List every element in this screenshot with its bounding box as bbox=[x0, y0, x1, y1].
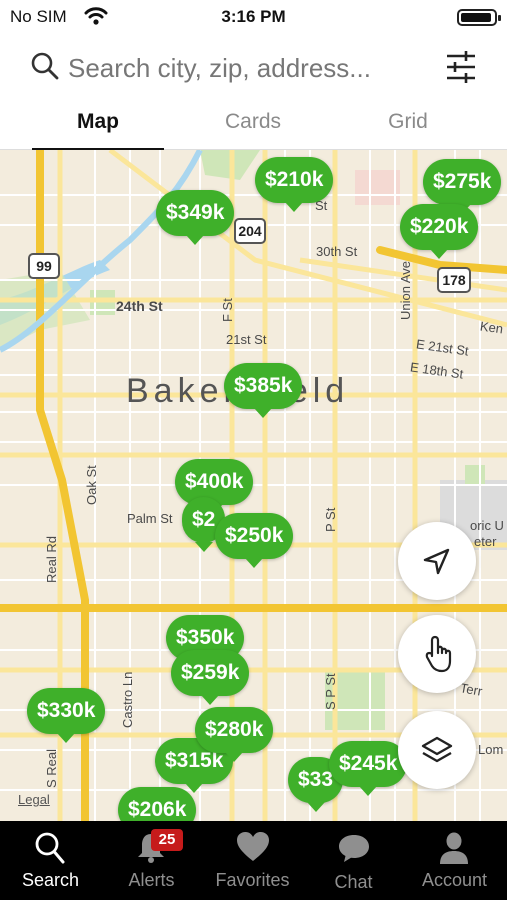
search-input[interactable] bbox=[68, 49, 428, 87]
street-label: Real Rd bbox=[44, 536, 59, 583]
nav-favorites[interactable]: Favorites bbox=[202, 821, 303, 900]
place-label: oric U bbox=[470, 518, 504, 533]
layers-icon bbox=[421, 736, 453, 763]
battery-icon bbox=[457, 9, 501, 26]
nav-chat[interactable]: Chat bbox=[303, 821, 404, 900]
street-label: Union Ave bbox=[398, 260, 413, 320]
nav-label: Chat bbox=[334, 872, 373, 892]
price-pin[interactable]: $280k bbox=[195, 707, 274, 762]
place-label: eter bbox=[474, 534, 497, 549]
price-pin[interactable]: $330k bbox=[27, 688, 106, 743]
search-icon bbox=[35, 832, 65, 864]
price-pin[interactable]: $349k bbox=[156, 190, 235, 245]
street-label: Ken bbox=[479, 318, 505, 337]
search-bar bbox=[0, 40, 507, 96]
street-label: Palm St bbox=[127, 511, 173, 526]
locate-me-button[interactable] bbox=[398, 522, 476, 600]
street-label: Oak St bbox=[84, 465, 99, 505]
nav-label: Search bbox=[21, 870, 80, 890]
map-layers-button[interactable] bbox=[398, 711, 476, 789]
nav-label: Account bbox=[421, 870, 488, 890]
location-arrow-icon bbox=[423, 548, 450, 575]
bottom-nav: Search 25 Alerts Favorites Chat Account bbox=[0, 821, 507, 900]
highway-178-shield: 178 bbox=[437, 267, 471, 293]
highway-204-shield: 204 bbox=[234, 218, 266, 244]
tab-grid[interactable]: Grid bbox=[342, 110, 474, 148]
legal-link[interactable]: Legal bbox=[18, 792, 50, 807]
price-pin[interactable]: $259k bbox=[171, 650, 250, 705]
tab-map[interactable]: Map bbox=[32, 110, 164, 151]
chat-bubble-icon bbox=[339, 835, 369, 862]
highway-99-shield: 99 bbox=[28, 253, 60, 279]
status-bar: No SIM 3:16 PM bbox=[0, 0, 507, 36]
hand-pointer-icon bbox=[425, 635, 452, 673]
nav-account[interactable]: Account bbox=[404, 821, 505, 900]
street-label: Lom bbox=[478, 742, 504, 757]
price-pin[interactable]: $245k bbox=[329, 741, 408, 796]
price-pin[interactable]: $385k bbox=[224, 363, 303, 418]
person-icon bbox=[440, 832, 468, 864]
filter-sliders-icon[interactable] bbox=[445, 50, 477, 84]
price-pin[interactable]: $206k bbox=[118, 787, 197, 821]
alerts-badge: 25 bbox=[151, 829, 183, 851]
street-label: 21st St bbox=[226, 332, 267, 347]
view-tabs: Map Cards Grid bbox=[0, 100, 507, 151]
heart-icon bbox=[237, 832, 269, 861]
street-label: 24th St bbox=[116, 298, 163, 314]
street-label: 30th St bbox=[316, 244, 358, 259]
price-pin[interactable]: $400k bbox=[175, 459, 254, 514]
street-label: P St bbox=[323, 507, 338, 532]
nav-search[interactable]: Search bbox=[0, 821, 101, 900]
draw-search-button[interactable] bbox=[398, 615, 476, 693]
price-pin[interactable]: $220k bbox=[400, 204, 479, 259]
nav-alerts[interactable]: 25 Alerts bbox=[101, 821, 202, 900]
street-label: F St bbox=[220, 298, 235, 322]
search-icon bbox=[31, 52, 59, 80]
status-time: 3:16 PM bbox=[221, 7, 286, 26]
battery-level bbox=[461, 13, 491, 22]
price-pin[interactable]: $210k bbox=[255, 157, 334, 212]
street-label: S Real bbox=[44, 748, 59, 788]
street-label: S P St bbox=[323, 673, 338, 710]
map-view[interactable]: 99 204 178 30th St 24th St 21st St E 21s… bbox=[0, 150, 507, 821]
nav-label: Favorites bbox=[215, 870, 290, 890]
nav-label: Alerts bbox=[128, 870, 175, 890]
tab-cards[interactable]: Cards bbox=[187, 110, 319, 148]
street-label: Castro Ln bbox=[120, 671, 135, 728]
price-pin[interactable]: $275k bbox=[423, 159, 502, 214]
price-pin[interactable]: $250k bbox=[215, 513, 294, 568]
